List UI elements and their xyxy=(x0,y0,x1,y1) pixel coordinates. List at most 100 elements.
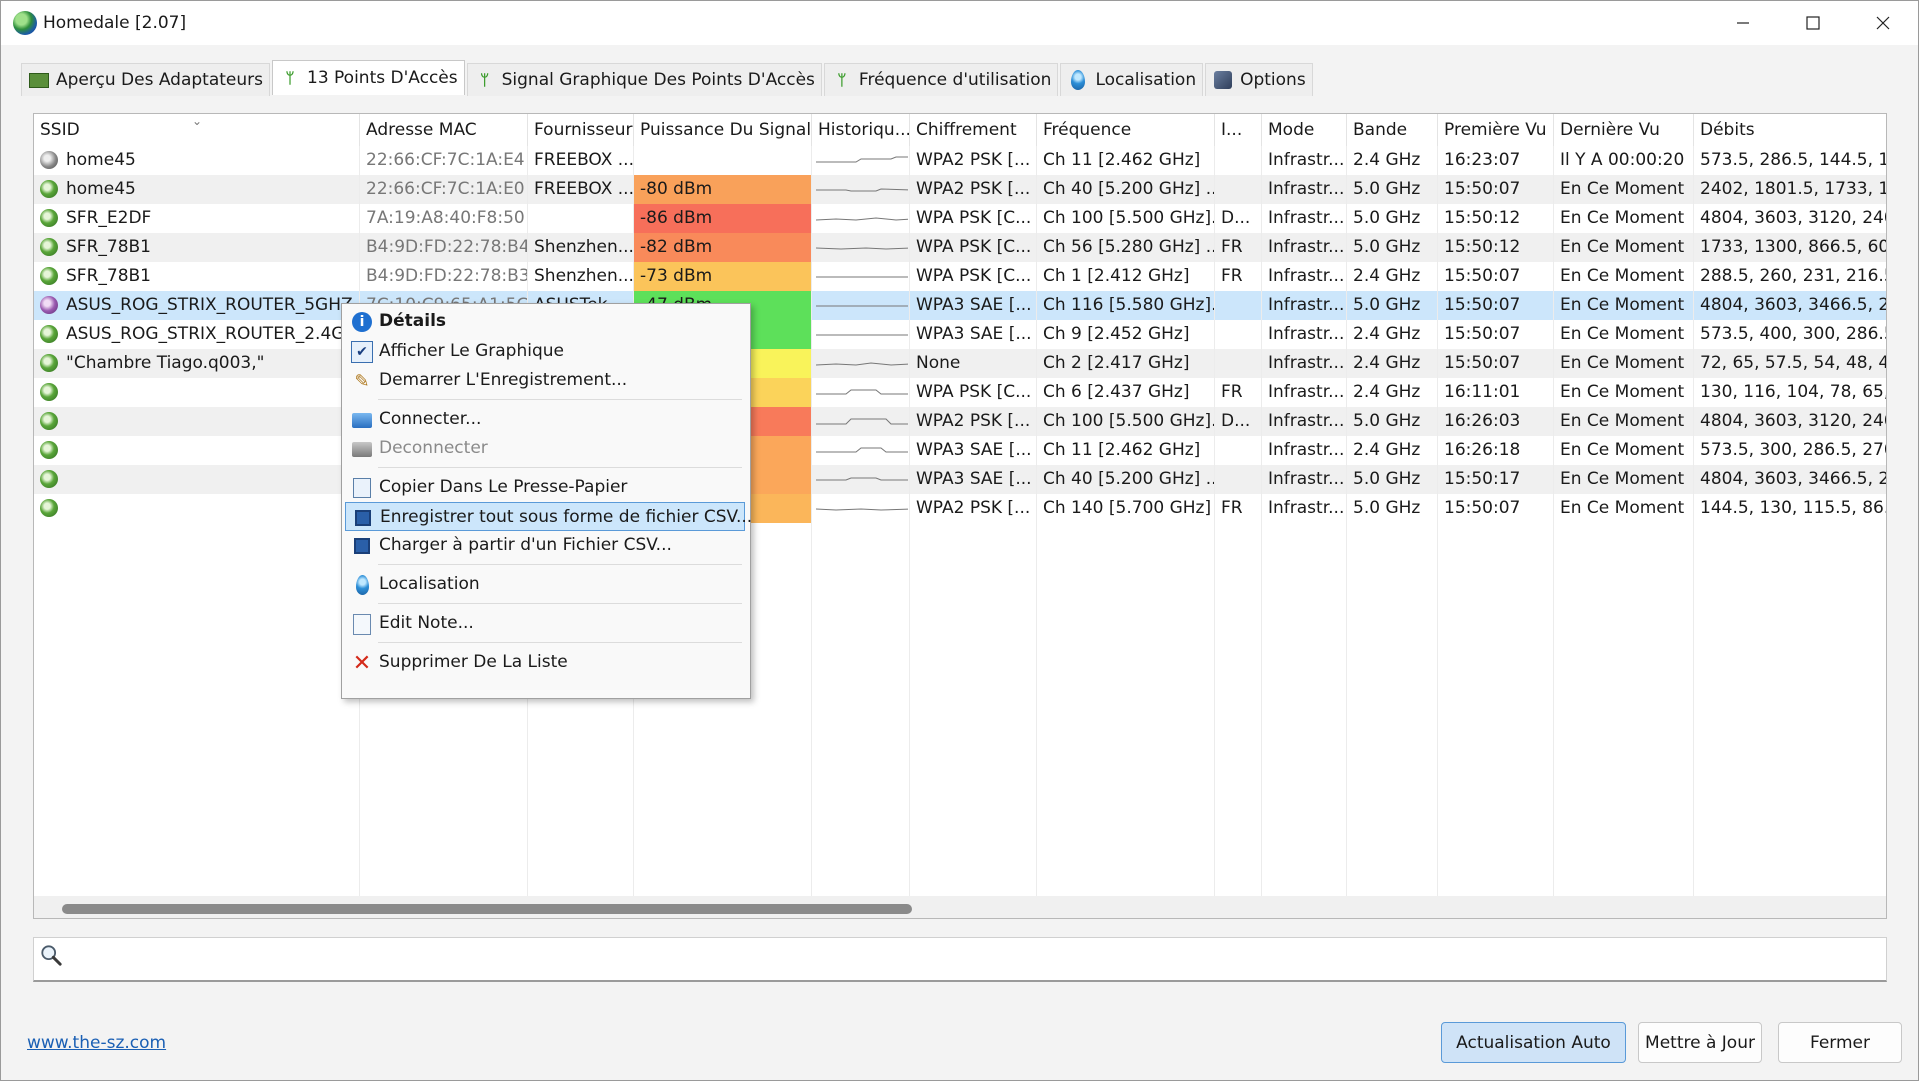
rates-cell: 4804, 3603, 3466.5, 240 xyxy=(1700,469,1886,489)
column-header[interactable]: Puissance Du Signal xyxy=(634,114,812,146)
signal-history-sparkline xyxy=(816,305,908,307)
wifi-network-icon xyxy=(40,470,58,488)
close-button[interactable]: Fermer xyxy=(1778,1022,1902,1063)
column-divider xyxy=(1261,146,1262,896)
table-row[interactable]: SFR_78B1 B4:9D:FD:22:78:B4 Shenzhen... -82 … xyxy=(34,233,1886,262)
i-cell: FR xyxy=(1221,382,1243,402)
column-header[interactable]: Débits xyxy=(1694,114,1886,146)
access-point-list[interactable]: SSID Adresse MAC Fournisseur Puissance Du S… xyxy=(33,113,1887,919)
minimize-button[interactable] xyxy=(1708,1,1778,45)
horizontal-scrollbar[interactable] xyxy=(34,896,1886,918)
menu-item-supprimer-de-la-liste[interactable]: ✕ Supprimer De La Liste xyxy=(345,648,745,677)
signal-history-cell xyxy=(812,465,910,494)
tab-access-points[interactable]: ᛘ 13 Points D'Accès xyxy=(272,60,465,95)
tab-adapters[interactable]: Aperçu Des Adaptateurs xyxy=(21,63,270,96)
column-header[interactable]: Mode xyxy=(1262,114,1347,146)
website-link[interactable]: www.the-sz.com xyxy=(27,1033,166,1053)
first-cell: 16:26:03 xyxy=(1444,411,1521,431)
table-row[interactable]: WPA PSK [C... Ch 6 [2.437 GHz] FR Infrastr.… xyxy=(34,378,1886,407)
enc-cell: WPA2 PSK [... xyxy=(916,498,1031,518)
freq-cell: Ch 100 [5.500 GHz]... xyxy=(1043,411,1215,431)
column-header[interactable]: I... xyxy=(1215,114,1262,146)
column-header[interactable]: Dernière Vu xyxy=(1554,114,1694,146)
wifi-network-icon xyxy=(40,151,58,169)
i-cell: D... xyxy=(1221,411,1251,431)
table-row[interactable]: home45 22:66:CF:7C:1A:E4 FREEBOX ... WPA2 P… xyxy=(34,146,1886,175)
tab-frequency-usage[interactable]: ᛘ Fréquence d'utilisation xyxy=(823,63,1059,96)
column-header[interactable]: Historiqu... xyxy=(812,114,910,146)
menu-item-copier-dans-le-presse-papier[interactable]: Copier Dans Le Presse-Papier xyxy=(345,473,745,502)
tab-label: Localisation xyxy=(1095,70,1197,90)
menu-item-demarrer-l-enregistrement[interactable]: ✎ Demarrer L'Enregistrement... xyxy=(345,366,745,395)
table-row[interactable]: WPA3 SAE [... Ch 40 [5.200 GHz] ... Infras… xyxy=(34,465,1886,494)
i-cell xyxy=(1215,436,1262,465)
menu-item-localisation[interactable]: Localisation xyxy=(345,570,745,599)
note-icon xyxy=(351,613,373,635)
maximize-button[interactable] xyxy=(1778,1,1848,45)
column-header[interactable]: Chiffrement xyxy=(910,114,1037,146)
table-row[interactable]: WPA2 PSK [... Ch 100 [5.500 GHz]... D... In… xyxy=(34,407,1886,436)
table-row[interactable]: WPA3 SAE [... Ch 11 [2.462 GHz] Infrastr..… xyxy=(34,436,1886,465)
band-cell: 5.0 GHz xyxy=(1353,411,1421,431)
search-input[interactable] xyxy=(78,942,1872,976)
column-divider xyxy=(1437,146,1438,896)
update-button[interactable]: Mettre à Jour xyxy=(1638,1022,1762,1063)
menu-item-label: Détails xyxy=(379,311,447,331)
auto-refresh-button[interactable]: Actualisation Auto xyxy=(1441,1022,1626,1063)
signal-history-sparkline xyxy=(816,389,908,395)
ssid-text: home45 xyxy=(66,179,136,199)
mode-cell: Infrastr... xyxy=(1268,150,1345,170)
table-row[interactable]: WPA2 PSK [... Ch 140 [5.700 GHz] FR Infrast… xyxy=(34,494,1886,523)
mode-cell: Infrastr... xyxy=(1268,353,1345,373)
table-row[interactable]: SFR_E2DF 7A:19:A8:40:F8:50 -86 dBm WPA PSK … xyxy=(34,204,1886,233)
checkbox-icon: ✔ xyxy=(351,341,373,363)
menu-item-label: Enregistrer tout sous forme de fichier C… xyxy=(380,507,753,527)
tab-signal-graph[interactable]: ᛘ Signal Graphique Des Points D'Accès xyxy=(466,63,822,96)
table-row[interactable]: ASUS_ROG_STRIX_ROUTER_5GHZ7C:10:C9:65:A1… xyxy=(34,291,1886,320)
menu-item-connecter[interactable]: Connecter... xyxy=(345,405,745,434)
column-header[interactable]: Adresse MAC xyxy=(360,114,528,146)
table-row[interactable]: ASUS_ROG_STRIX_ROUTER_2.4GHZ WPA3 SAE [..… xyxy=(34,320,1886,349)
ssid-text: "Chambre Tiago.q003," xyxy=(66,353,265,373)
scrollbar-thumb[interactable] xyxy=(62,904,912,914)
table-row[interactable]: SFR_78B1 B4:9D:FD:22:78:B3 Shenzhen... -73 … xyxy=(34,262,1886,291)
menu-item-enregistrer-tout-sous-forme-de-fichier-csv[interactable]: Enregistrer tout sous forme de fichier C… xyxy=(345,502,752,531)
enc-cell: WPA3 SAE [... xyxy=(916,324,1032,344)
first-cell: 15:50:07 xyxy=(1444,179,1521,199)
table-row[interactable]: "Chambre Tiago.q003," None Ch 2 [2.417 GHz… xyxy=(34,349,1886,378)
close-window-button[interactable] xyxy=(1848,1,1918,45)
first-cell: 15:50:12 xyxy=(1444,208,1521,228)
search-icon xyxy=(41,945,62,966)
first-cell: 15:50:17 xyxy=(1444,469,1521,489)
tab-options[interactable]: Options xyxy=(1205,63,1313,96)
mode-cell: Infrastr... xyxy=(1268,469,1345,489)
enc-cell: WPA2 PSK [... xyxy=(916,411,1031,431)
freq-cell: Ch 9 [2.452 GHz] xyxy=(1043,324,1190,344)
column-header[interactable]: Première Vu xyxy=(1438,114,1554,146)
network-disconnect-icon xyxy=(351,438,373,460)
menu-item-d-tails[interactable]: i Détails xyxy=(345,307,745,336)
freq-cell: Ch 1 [2.412 GHz] xyxy=(1043,266,1190,286)
globe-icon xyxy=(13,11,37,35)
mode-cell: Infrastr... xyxy=(1268,382,1345,402)
close-icon xyxy=(1876,16,1890,30)
signal-history-cell xyxy=(812,320,910,349)
tab-location[interactable]: Localisation xyxy=(1060,63,1204,96)
menu-item-edit-note[interactable]: Edit Note... xyxy=(345,609,745,638)
wifi-network-icon xyxy=(40,499,58,517)
column-header[interactable]: Fournisseur xyxy=(528,114,634,146)
menu-item-charger-partir-d-un-fichier-csv[interactable]: Charger à partir d'un Fichier CSV... xyxy=(345,531,745,560)
vendor-cell: Shenzhen... xyxy=(534,266,634,286)
column-divider xyxy=(909,146,910,896)
tab-label: Aperçu Des Adaptateurs xyxy=(56,70,263,90)
signal-cell: -86 dBm xyxy=(634,204,812,233)
i-cell xyxy=(1215,175,1262,204)
first-cell: 16:11:01 xyxy=(1444,382,1521,402)
column-header[interactable]: Bande xyxy=(1347,114,1438,146)
table-row[interactable]: home45 22:66:CF:7C:1A:E0 FREEBOX ... -80 dB… xyxy=(34,175,1886,204)
enc-cell: WPA2 PSK [... xyxy=(916,150,1031,170)
ssid-text: SFR_E2DF xyxy=(66,208,152,228)
mode-cell: Infrastr... xyxy=(1268,237,1345,257)
column-header[interactable]: Fréquence xyxy=(1037,114,1215,146)
menu-item-afficher-le-graphique[interactable]: ✔ Afficher Le Graphique xyxy=(345,337,745,366)
